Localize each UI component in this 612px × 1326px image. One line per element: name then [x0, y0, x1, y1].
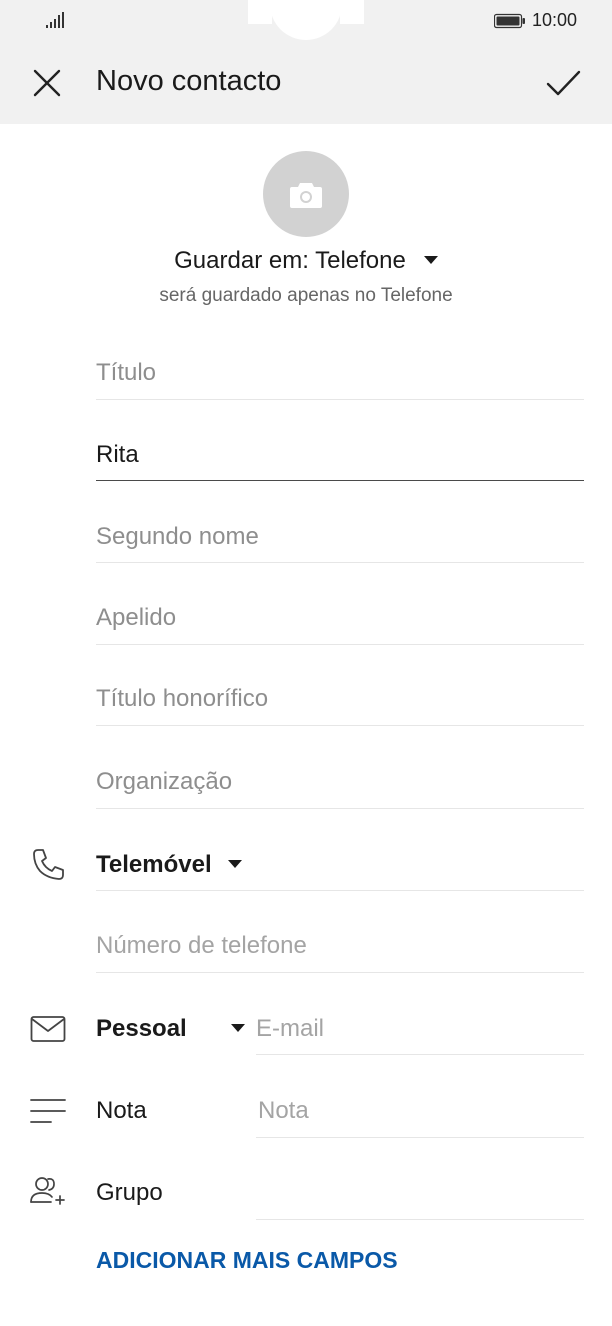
phone-icon — [33, 849, 64, 880]
phone-number-field[interactable]: Número de telefone — [96, 931, 584, 961]
page-title: Novo contacto — [96, 65, 282, 97]
dropdown-arrow-icon — [228, 859, 243, 868]
status-time: 10:00 — [532, 10, 578, 30]
phone-type-label: Telemóvel — [96, 851, 212, 878]
group-label[interactable]: Grupo — [96, 1178, 163, 1208]
notes-icon — [30, 1099, 66, 1123]
active-underline — [96, 480, 584, 481]
first-name-field[interactable]: Rita — [96, 440, 584, 470]
app-header: 10:00 Novo contacto — [0, 0, 612, 124]
divider — [256, 1054, 584, 1055]
add-more-fields-button[interactable]: ADICIONAR MAIS CAMPOS — [96, 1247, 398, 1274]
last-name-field[interactable]: Apelido — [96, 603, 584, 633]
dropdown-arrow-icon — [423, 255, 438, 264]
notch-right — [340, 0, 364, 24]
organization-field[interactable]: Organização — [96, 767, 584, 797]
storage-label: Guardar em: Telefone — [174, 247, 406, 274]
storage-location-selector[interactable]: Guardar em: Telefone — [0, 247, 612, 275]
notch-left — [248, 0, 272, 24]
email-field[interactable]: E-mail — [256, 1014, 584, 1044]
email-type-selector[interactable]: Pessoal — [96, 1014, 246, 1044]
divider — [96, 399, 584, 400]
honorific-field[interactable]: Título honorífico — [96, 684, 584, 714]
middle-name-field[interactable]: Segundo nome — [96, 522, 584, 552]
group-field-underline[interactable] — [256, 1219, 584, 1220]
dropdown-arrow-icon — [231, 1023, 246, 1032]
checkmark-icon[interactable] — [543, 63, 583, 103]
storage-subtitle: será guardado apenas no Telefone — [159, 285, 453, 306]
contact-photo-button[interactable] — [263, 151, 349, 237]
group-icon — [30, 1177, 65, 1205]
signal-icon — [46, 12, 64, 28]
divider — [96, 808, 584, 809]
title-field[interactable]: Título — [96, 358, 584, 388]
divider — [96, 644, 584, 645]
divider — [256, 1137, 584, 1138]
email-type-label: Pessoal — [96, 1015, 187, 1042]
phone-type-selector[interactable]: Telemóvel — [96, 850, 243, 880]
email-icon — [30, 1016, 66, 1042]
note-field[interactable]: Nota — [258, 1096, 584, 1126]
divider — [96, 890, 584, 891]
divider — [96, 725, 584, 726]
divider — [96, 972, 584, 973]
divider — [96, 562, 584, 563]
battery-icon — [494, 13, 525, 29]
camera-notch — [270, 0, 342, 40]
note-label: Nota — [96, 1097, 147, 1124]
camera-icon — [290, 183, 322, 208]
close-icon[interactable] — [28, 64, 66, 102]
